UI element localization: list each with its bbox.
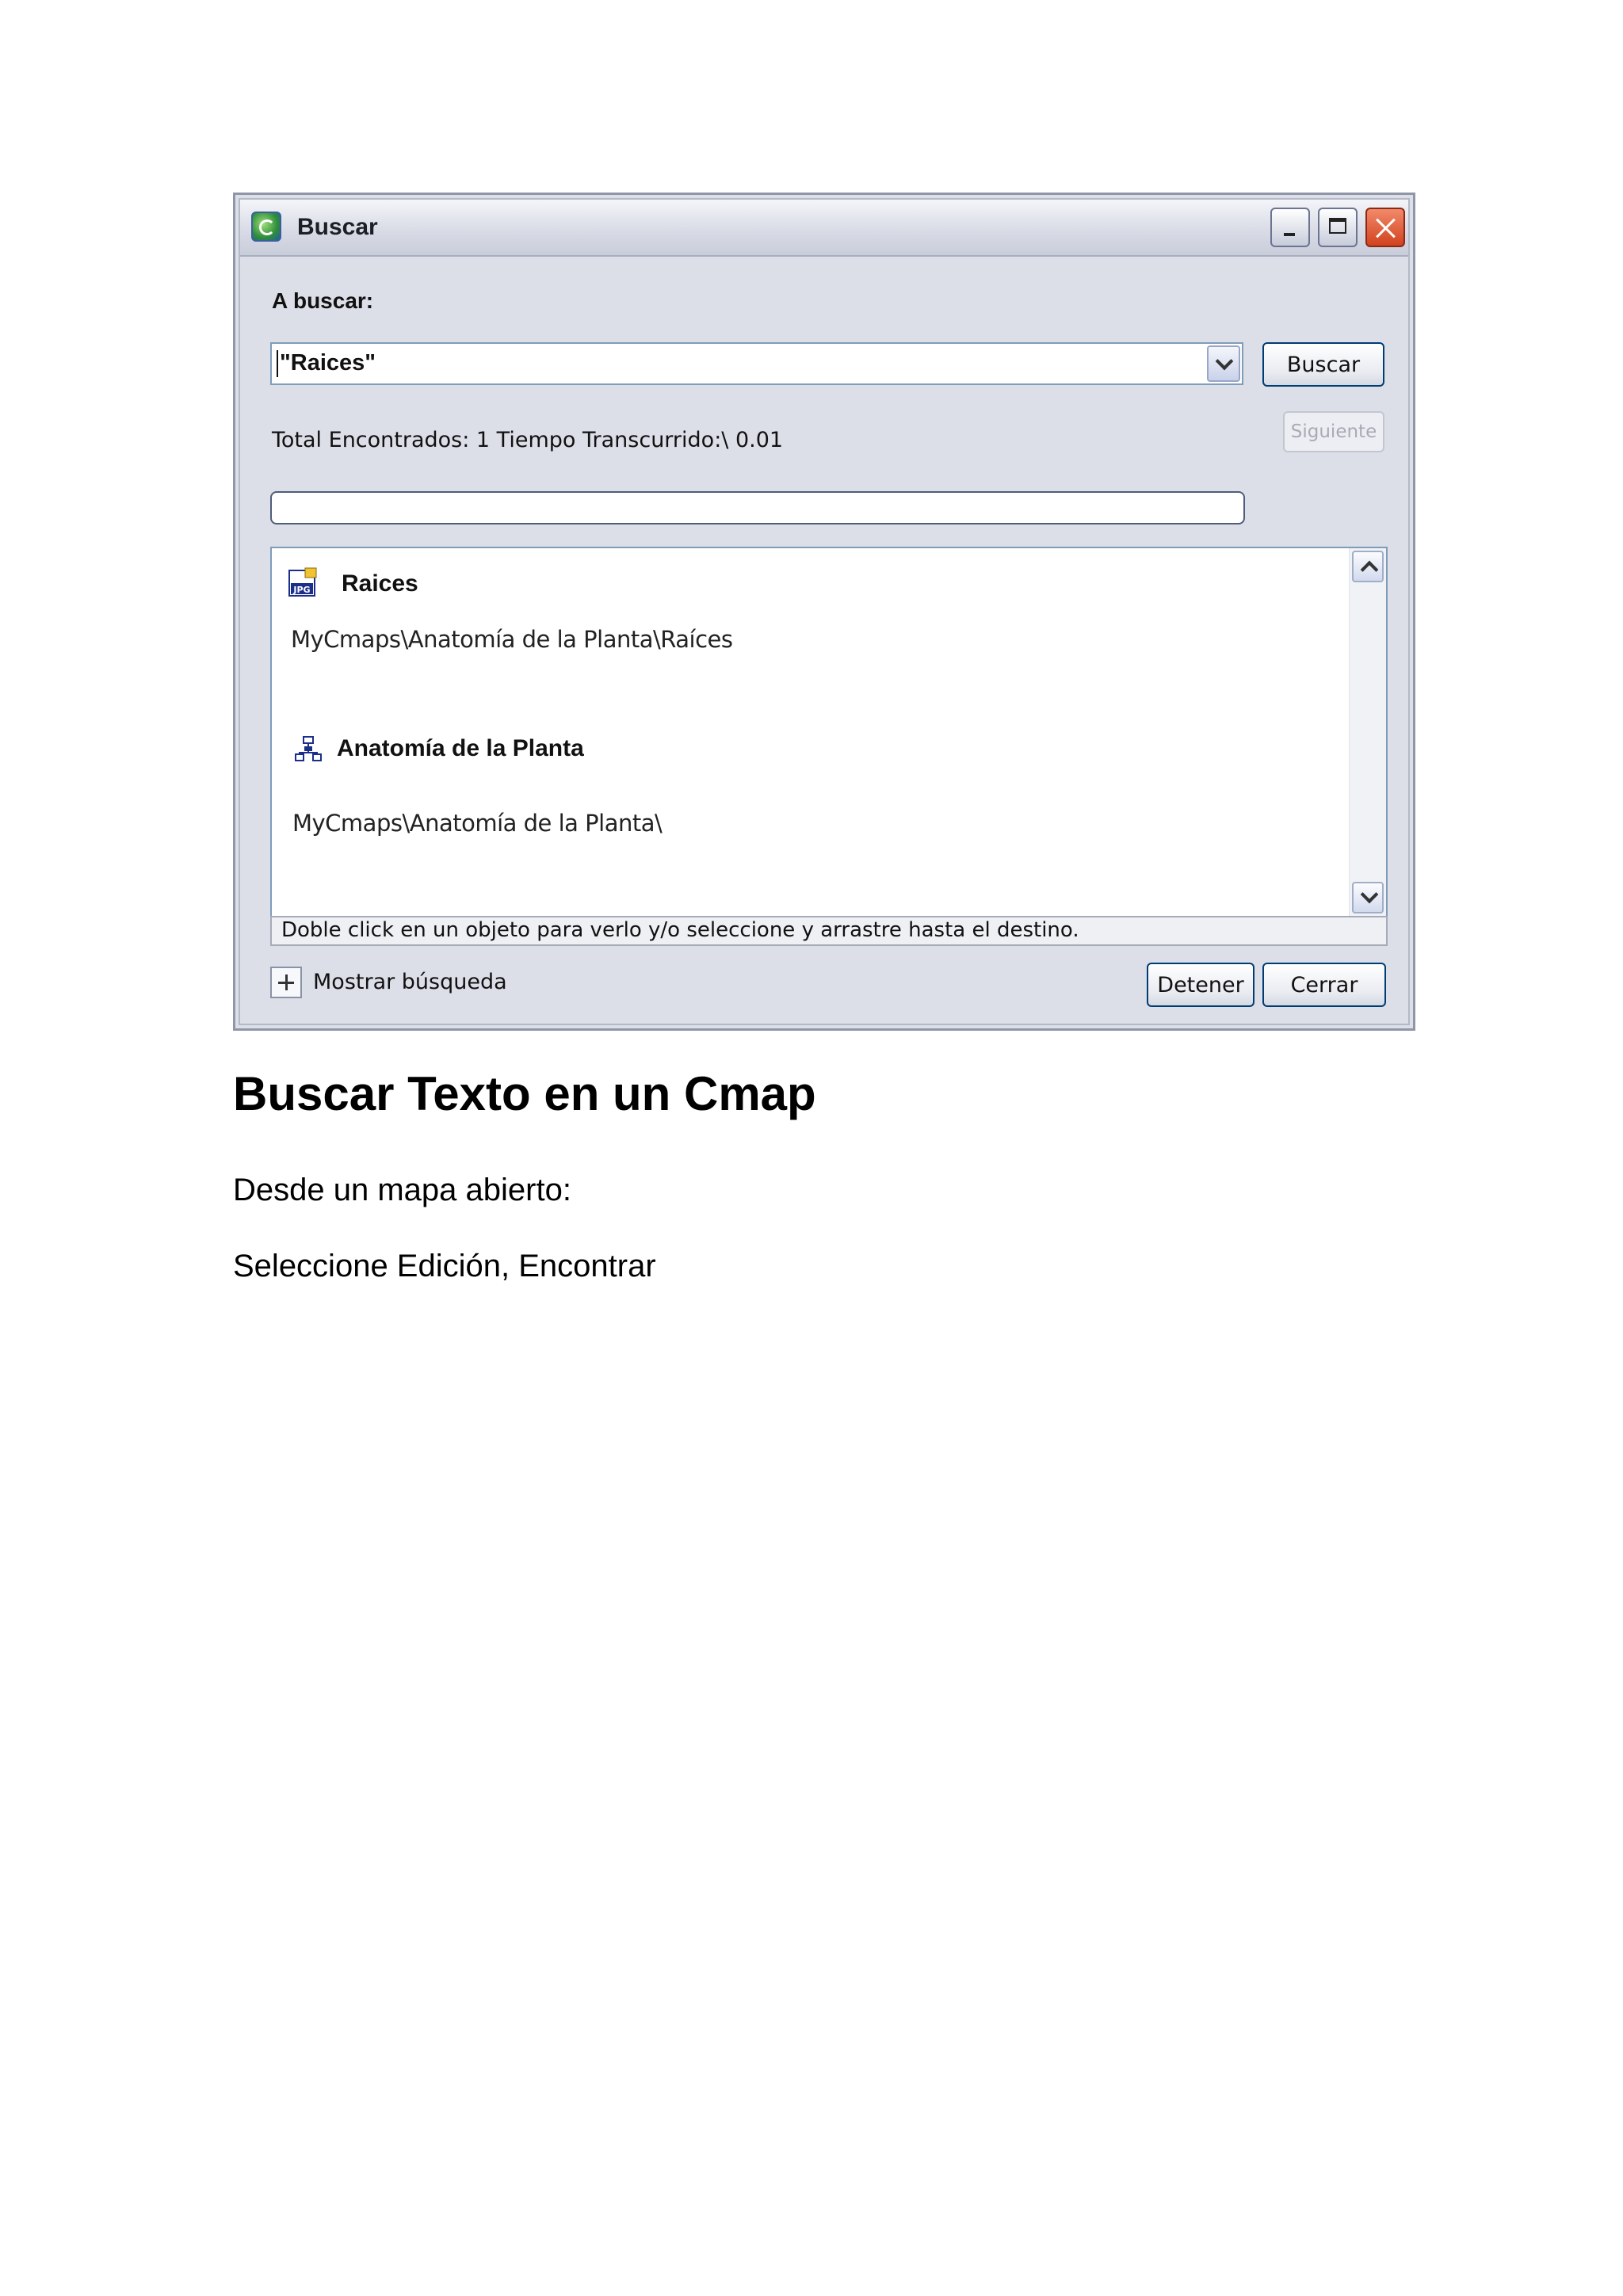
- svg-text:JPG: JPG: [292, 585, 310, 595]
- result-title[interactable]: Anatomía de la Planta: [337, 735, 584, 762]
- paragraph: Seleccione Edición, Encontrar: [233, 1249, 656, 1283]
- search-combobox[interactable]: "Raices": [270, 342, 1243, 385]
- next-button[interactable]: Siguiente: [1283, 411, 1384, 452]
- page-heading: Buscar Texto en un Cmap: [233, 1067, 816, 1120]
- window-title: Buscar: [297, 214, 378, 240]
- text-caret: [277, 350, 278, 377]
- chevron-down-icon[interactable]: [1207, 345, 1240, 382]
- dialog-body: Buscar A buscar: "Raices" Buscar Siguien…: [239, 198, 1410, 1025]
- close-button[interactable]: Cerrar: [1262, 963, 1386, 1007]
- close-window-button[interactable]: [1365, 208, 1405, 247]
- results-status: Total Encontrados: 1 Tiempo Transcurrido…: [272, 428, 784, 452]
- search-dialog: Buscar A buscar: "Raices" Buscar Siguien…: [233, 193, 1415, 1031]
- search-input-value[interactable]: "Raices": [280, 350, 376, 376]
- results-list[interactable]: JPG Raices MyCmaps\Anatomía de la Planta…: [270, 547, 1388, 917]
- scroll-up-icon[interactable]: [1352, 551, 1384, 582]
- cmap-icon: [295, 736, 322, 761]
- expand-plus-icon[interactable]: [270, 967, 302, 998]
- result-path: MyCmaps\Anatomía de la Planta\: [292, 810, 663, 837]
- vertical-scrollbar[interactable]: [1349, 548, 1386, 916]
- scroll-down-icon[interactable]: [1352, 882, 1384, 913]
- title-bar[interactable]: Buscar: [240, 200, 1408, 257]
- minimize-button[interactable]: [1270, 208, 1310, 247]
- search-label: A buscar:: [272, 288, 374, 313]
- result-path: MyCmaps\Anatomía de la Planta\Raíces: [291, 626, 733, 653]
- stop-button[interactable]: Detener: [1147, 963, 1254, 1007]
- jpg-image-icon: JPG: [288, 567, 317, 597]
- show-search-label[interactable]: Mostrar búsqueda: [313, 970, 507, 994]
- cmaptools-app-icon: [251, 212, 281, 242]
- search-button[interactable]: Buscar: [1262, 342, 1384, 387]
- maximize-button[interactable]: [1318, 208, 1358, 247]
- paragraph: Desde un mapa abierto:: [233, 1173, 571, 1207]
- result-title[interactable]: Raices: [342, 570, 418, 597]
- search-progress-bar: [270, 491, 1245, 524]
- hint-status-bar: Doble click en un objeto para verlo y/o …: [270, 916, 1388, 946]
